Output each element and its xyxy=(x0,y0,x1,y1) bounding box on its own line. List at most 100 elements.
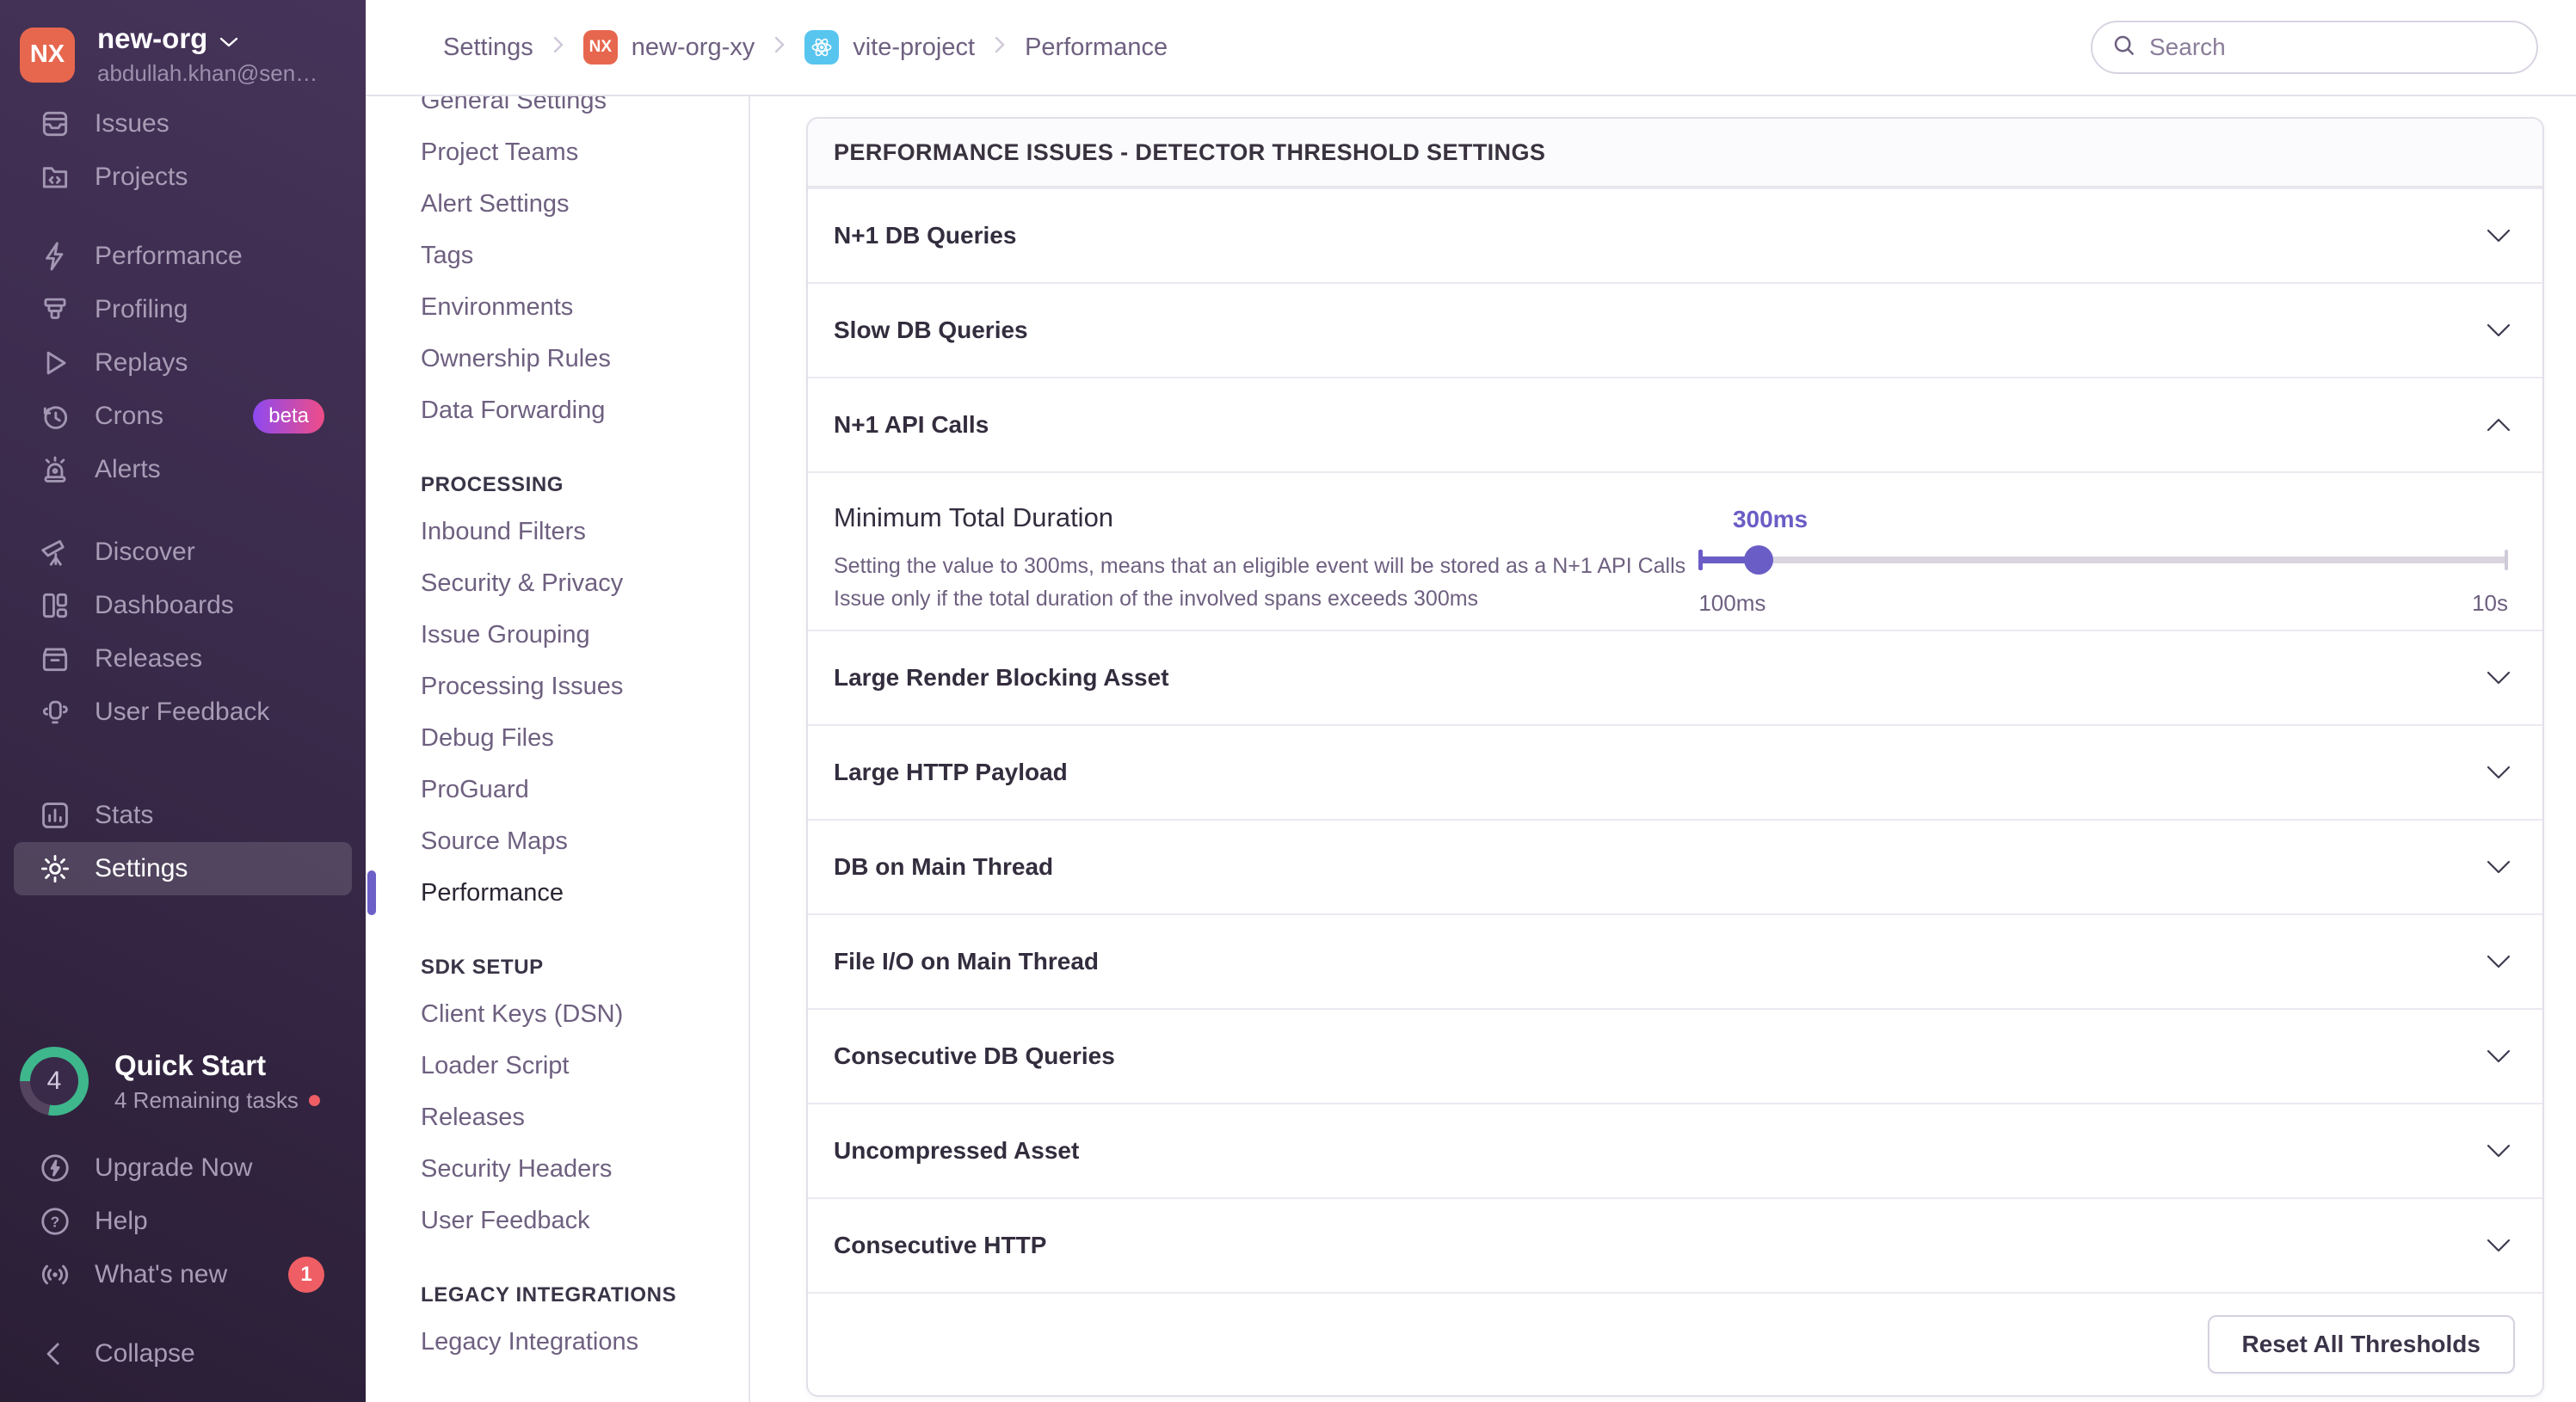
breadcrumb-performance: Performance xyxy=(1025,33,1168,61)
whats-new-icon xyxy=(38,1257,72,1292)
detector-row-large-http-payload[interactable]: Large HTTP Payload xyxy=(808,724,2542,819)
sidebar-item-issues[interactable]: Issues xyxy=(0,97,366,151)
releases-icon xyxy=(38,642,72,676)
search-box[interactable] xyxy=(2091,21,2538,74)
detector-row-consecutive-db-queries[interactable]: Consecutive DB Queries xyxy=(808,1008,2542,1103)
settings-nav-item-loader-script[interactable]: Loader Script xyxy=(366,1040,749,1091)
quick-start-widget[interactable]: 4 Quick Start 4 Remaining tasks xyxy=(0,1047,366,1116)
sidebar-item-profiling[interactable]: Profiling xyxy=(0,283,366,336)
chevron-down-icon xyxy=(2486,859,2511,875)
dashboards-icon xyxy=(38,588,72,623)
reset-all-thresholds-button[interactable]: Reset All Thresholds xyxy=(2207,1315,2515,1374)
settings-nav-item-security-headers[interactable]: Security Headers xyxy=(366,1143,749,1195)
detector-row-file-io-on-main-thread[interactable]: File I/O on Main Thread xyxy=(808,913,2542,1008)
collapse-button[interactable]: Collapse xyxy=(0,1327,366,1380)
settings-nav-section-legacy: LEGACY INTEGRATIONS xyxy=(421,1283,677,1307)
sidebar-item-stats[interactable]: Stats xyxy=(0,789,366,842)
sidebar-item-user-feedback[interactable]: User Feedback xyxy=(0,686,366,739)
settings-nav-item-user-feedback[interactable]: User Feedback xyxy=(366,1195,749,1246)
settings-nav-item-ownership-rules[interactable]: Ownership Rules xyxy=(366,333,749,384)
slider-thumb[interactable] xyxy=(1743,545,1773,575)
detector-row-n1-db-queries[interactable]: N+1 DB Queries xyxy=(808,188,2542,282)
org-switcher[interactable]: NX new-org abdullah.khan@sen… xyxy=(0,0,366,87)
sidebar-item-help[interactable]: ? Help xyxy=(0,1195,366,1248)
performance-icon xyxy=(38,239,72,274)
notification-dot xyxy=(308,1094,320,1106)
settings-nav-item-tags[interactable]: Tags xyxy=(366,230,749,281)
quick-start-title: Quick Start xyxy=(114,1048,267,1081)
slider-max-label: 10s xyxy=(2472,590,2508,616)
chevron-left-icon xyxy=(38,1337,72,1371)
sidebar-item-crons[interactable]: Crons beta xyxy=(0,390,366,443)
settings-nav-item-releases[interactable]: Releases xyxy=(366,1091,749,1143)
detector-row-db-on-main-thread[interactable]: DB on Main Thread xyxy=(808,819,2542,913)
settings-nav-item-debug-files[interactable]: Debug Files xyxy=(366,712,749,764)
settings-nav-item-inbound-filters[interactable]: Inbound Filters xyxy=(366,506,749,557)
threshold-description: Setting the value to 300ms, means that a… xyxy=(834,554,1686,611)
settings-nav-item-project-teams[interactable]: Project Teams xyxy=(366,126,749,178)
sidebar-item-label: User Feedback xyxy=(95,698,270,726)
settings-nav-item-processing-issues[interactable]: Processing Issues xyxy=(366,661,749,712)
breadcrumb-project[interactable]: vite-project xyxy=(804,30,975,65)
sidebar-item-upgrade-now[interactable]: Upgrade Now xyxy=(0,1141,366,1195)
sidebar-item-dashboards[interactable]: Dashboards xyxy=(0,579,366,632)
sidebar-item-projects[interactable]: Projects xyxy=(0,151,366,204)
sidebar-item-label: Settings xyxy=(95,854,188,882)
sidebar-item-performance[interactable]: Performance xyxy=(0,230,366,283)
settings-nav-item-alert-settings[interactable]: Alert Settings xyxy=(366,178,749,230)
sidebar-item-discover[interactable]: Discover xyxy=(0,526,366,579)
sidebar-item-label: Replays xyxy=(95,348,188,377)
duration-slider[interactable]: 300ms xyxy=(1698,506,2508,575)
breadcrumb-settings[interactable]: Settings xyxy=(443,34,533,62)
sidebar-item-whats-new[interactable]: What's new 1 xyxy=(0,1248,366,1301)
sidebar-item-settings[interactable]: Settings xyxy=(14,842,352,895)
settings-nav-item-security-privacy[interactable]: Security & Privacy xyxy=(366,557,749,609)
detector-row-n1-api-calls[interactable]: N+1 API Calls xyxy=(808,377,2542,471)
threshold-settings-panel: PERFORMANCE ISSUES - DETECTOR THRESHOLD … xyxy=(806,117,2544,1397)
quick-start-progress-ring: 4 xyxy=(20,1047,89,1116)
settings-nav-item-client-keys[interactable]: Client Keys (DSN) xyxy=(366,988,749,1040)
active-nav-indicator xyxy=(367,870,376,915)
svg-text:?: ? xyxy=(51,1213,60,1230)
breadcrumb-org[interactable]: NX new-org-xy xyxy=(582,30,755,65)
chevron-down-icon xyxy=(2486,323,2511,338)
detector-row-slow-db-queries[interactable]: Slow DB Queries xyxy=(808,282,2542,377)
sidebar-item-label: Discover xyxy=(95,538,195,566)
sidebar-item-releases[interactable]: Releases xyxy=(0,632,366,686)
chevron-down-icon xyxy=(2486,765,2511,780)
sidebar-item-replays[interactable]: Replays xyxy=(0,336,366,390)
settings-nav-item-environments[interactable]: Environments xyxy=(366,281,749,333)
sidebar-item-label: Help xyxy=(95,1207,148,1235)
alerts-icon xyxy=(38,452,72,487)
org-email: abdullah.khan@sen… xyxy=(97,60,318,86)
collapse-label: Collapse xyxy=(95,1339,195,1368)
org-avatar: NX xyxy=(20,27,75,83)
detector-row-large-render-blocking-asset[interactable]: Large Render Blocking Asset xyxy=(808,630,2542,724)
chevron-right-icon xyxy=(552,34,564,62)
settings-nav-item-data-forwarding[interactable]: Data Forwarding xyxy=(366,384,749,436)
sidebar-item-label: What's new xyxy=(95,1260,228,1288)
issues-icon xyxy=(38,107,72,141)
settings-nav-item-legacy-integrations[interactable]: Legacy Integrations xyxy=(366,1316,749,1368)
settings-nav-item-performance[interactable]: Performance xyxy=(366,867,749,919)
detector-row-uncompressed-asset[interactable]: Uncompressed Asset xyxy=(808,1103,2542,1197)
slider-track[interactable] xyxy=(1698,545,2508,575)
sidebar-item-label: Alerts xyxy=(95,455,161,483)
settings-nav-item-source-maps[interactable]: Source Maps xyxy=(366,815,749,867)
help-icon: ? xyxy=(38,1204,72,1239)
breadcrumb: Settings NX new-org-xy vite-project Perf… xyxy=(443,30,1168,65)
search-input[interactable] xyxy=(2149,34,2517,61)
sidebar-item-alerts[interactable]: Alerts xyxy=(0,443,366,496)
detector-row-consecutive-http[interactable]: Consecutive HTTP xyxy=(808,1197,2542,1292)
settings-nav-item-issue-grouping[interactable]: Issue Grouping xyxy=(366,609,749,661)
settings-nav-item-proguard[interactable]: ProGuard xyxy=(366,764,749,815)
chevron-down-icon xyxy=(2486,228,2511,243)
user-feedback-icon xyxy=(38,695,72,729)
sidebar-group-collapse: Collapse xyxy=(0,1327,366,1380)
replays-icon xyxy=(38,346,72,380)
sidebar-group-footer: Upgrade Now ? Help What's new 1 xyxy=(0,1141,366,1301)
crons-icon xyxy=(38,399,72,434)
sidebar-item-label: Dashboards xyxy=(95,591,234,619)
chevron-down-icon xyxy=(2486,1048,2511,1064)
sidebar-item-label: Issues xyxy=(95,109,169,138)
